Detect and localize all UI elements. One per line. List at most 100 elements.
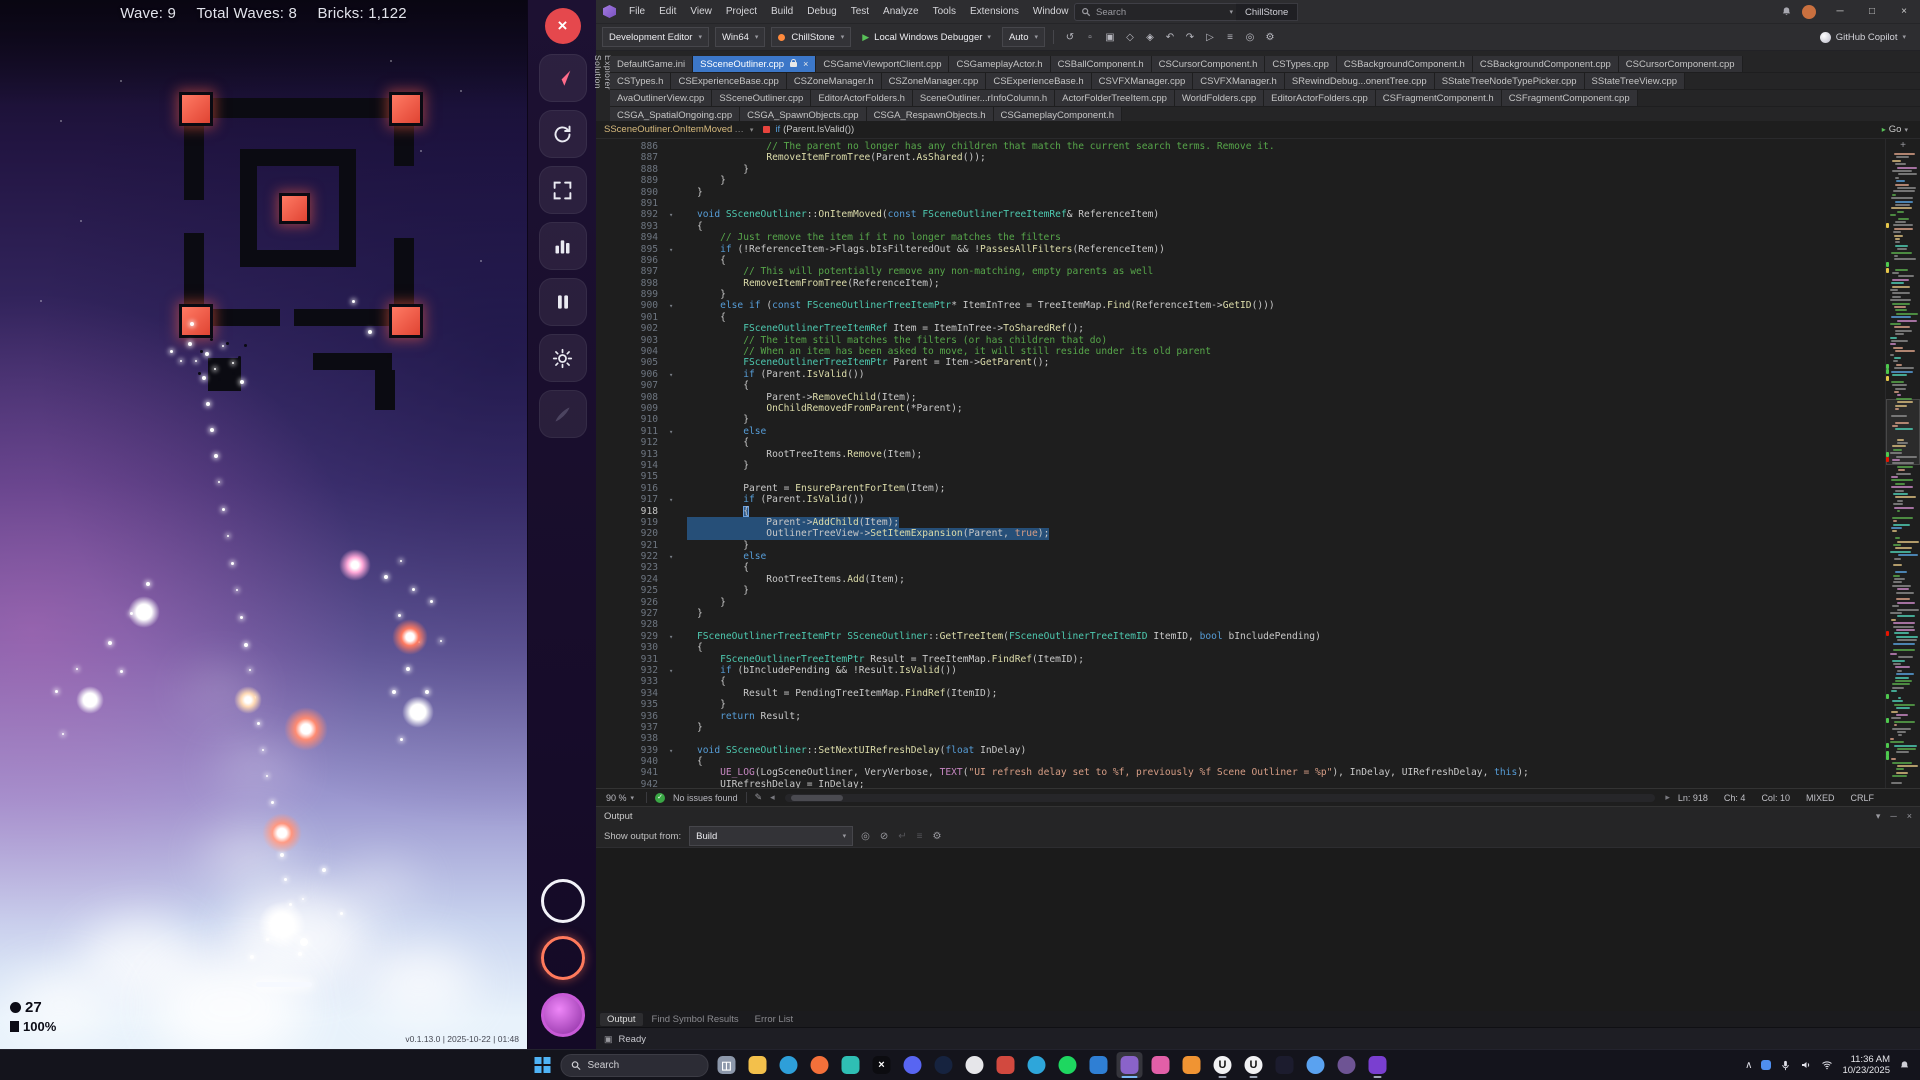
code-line-930[interactable]: 930{ [596,642,1884,653]
word-wrap-icon[interactable]: ↵ [898,831,906,842]
taskbar-clock[interactable]: 11:36 AM 10/23/2025 [1842,1054,1890,1076]
background-tasks-icon[interactable]: ▣ [604,1034,613,1045]
tab-SSceneOutliner.cpp[interactable]: SSceneOutliner.cpp [712,90,811,106]
open-file-icon[interactable]: ▣ [1102,32,1118,43]
startup-project-dropdown[interactable]: ChillStone▾ [771,27,851,47]
code-line-900[interactable]: 900▾ else if (const FSceneOutlinerTreeIt… [596,300,1884,311]
steam-icon[interactable] [931,1052,957,1078]
code-line-913[interactable]: 913 RootTreeItems.Remove(Item); [596,449,1884,460]
tab-CSVFXManager.cpp[interactable]: CSVFXManager.cpp [1092,73,1194,89]
go-button[interactable]: ▸ Go ▾ [1882,124,1912,135]
refresh-button[interactable] [539,110,587,158]
code-line-939[interactable]: 939▾void SSceneOutliner::SetNextUIRefres… [596,745,1884,756]
fullscreen-button[interactable] [539,166,587,214]
code-line-906[interactable]: 906▾ if (Parent.IsValid()) [596,369,1884,380]
menu-view[interactable]: View [683,0,719,23]
tab-SceneOutliner...rInfoColumn.h[interactable]: SceneOutliner...rInfoColumn.h [913,90,1055,106]
code-line-910[interactable]: 910 } [596,414,1884,425]
ring-purple-button[interactable] [541,993,585,1037]
code-line-935[interactable]: 935 } [596,699,1884,710]
menu-project[interactable]: Project [719,0,764,23]
horizontal-scrollbar[interactable] [785,794,1656,802]
tab-CSGA_RespawnObjects.h[interactable]: CSGA_RespawnObjects.h [867,107,994,121]
tab-CSGameViewportClient.cpp[interactable]: CSGameViewportClient.cpp [816,56,949,72]
telegram-icon[interactable] [1024,1052,1050,1078]
tab-CSTypes.cpp[interactable]: CSTypes.cpp [1265,56,1337,72]
code-editor[interactable]: 886 // The parent no longer has any chil… [596,139,1920,788]
code-line-937[interactable]: 937} [596,722,1884,733]
code-line-905[interactable]: 905 FSceneOutlinerTreeItemPtr Parent = I… [596,357,1884,368]
tab-CSVFXManager.h[interactable]: CSVFXManager.h [1193,73,1285,89]
code-line-924[interactable]: 924 RootTreeItems.Add(Item); [596,574,1884,585]
maximize-button[interactable]: □ [1856,0,1888,23]
menu-edit[interactable]: Edit [652,0,683,23]
menu-build[interactable]: Build [764,0,800,23]
tab-AvaOutlinerView.cpp[interactable]: AvaOutlinerView.cpp [610,90,712,106]
tab-CSBackgroundComponent.cpp[interactable]: CSBackgroundComponent.cpp [1473,56,1619,72]
breadcrumb-scope[interactable]: SSceneOutliner.OnItemMoved [604,124,732,135]
tray-app-icon[interactable] [1761,1060,1771,1070]
code-line-929[interactable]: 929▾FSceneOutlinerTreeItemPtr SSceneOutl… [596,631,1884,642]
code-line-886[interactable]: 886 // The parent no longer has any chil… [596,141,1884,152]
tab-EditorActorFolders.cpp[interactable]: EditorActorFolders.cpp [1264,90,1376,106]
notification-bell-icon[interactable] [1899,1060,1910,1071]
github-copilot-button[interactable]: GitHub Copilot▾ [1820,32,1914,43]
file-explorer-icon[interactable] [745,1052,771,1078]
code-line-942[interactable]: 942 UIRefreshDelay = InDelay; [596,779,1884,788]
launch-button[interactable] [539,54,587,102]
panel-tab-error-list[interactable]: Error List [748,1013,801,1026]
code-line-932[interactable]: 932▾ if (bIncludePending && !Result.IsVa… [596,665,1884,676]
run-debugger-button[interactable]: ▶Local Windows Debugger▾ [857,32,996,43]
horizontal-scroll-thumb[interactable] [791,795,843,801]
code-line-926[interactable]: 926 } [596,597,1884,608]
panel-dropdown-icon[interactable]: ▾ [1876,811,1881,822]
stats-button[interactable] [539,222,587,270]
undo-icon[interactable]: ↶ [1162,32,1178,43]
code-line-921[interactable]: 921 } [596,540,1884,551]
code-line-892[interactable]: 892▾void SSceneOutliner::OnItemMoved(con… [596,209,1884,220]
tab-CSCursorComponent.h[interactable]: CSCursorComponent.h [1152,56,1266,72]
start-without-debugging-icon[interactable]: ▷ [1202,32,1218,43]
panel-tab-find-symbol-results[interactable]: Find Symbol Results [645,1013,746,1026]
code-line-936[interactable]: 936 return Result; [596,711,1884,722]
tab-CSFragmentComponent.h[interactable]: CSFragmentComponent.h [1376,90,1502,106]
brush-button[interactable] [539,390,587,438]
sync-icon[interactable]: ↺ [1062,32,1078,43]
code-line-908[interactable]: 908 Parent->RemoveChild(Item); [596,392,1884,403]
tab-CSCursorComponent.cpp[interactable]: CSCursorComponent.cpp [1619,56,1743,72]
scroll-left-icon[interactable]: ◂ [770,792,775,803]
chevron-down-icon[interactable]: ▾ [750,126,754,134]
teal-app-icon[interactable] [838,1052,864,1078]
firefox-browser-icon[interactable] [807,1052,833,1078]
code-line-887[interactable]: 887 RemoveItemFromTree(Parent.AsShared()… [596,152,1884,163]
task-view-icon[interactable]: ◫ [714,1052,740,1078]
tab-SSceneOutliner.cpp[interactable]: SSceneOutliner.cpp× [693,56,816,72]
output-source-dropdown[interactable]: Build▾ [689,826,853,846]
close-tab-icon[interactable]: × [803,59,808,69]
github-desktop-icon[interactable] [1334,1052,1360,1078]
tab-ActorFolderTreeItem.cpp[interactable]: ActorFolderTreeItem.cpp [1055,90,1175,106]
code-line-893[interactable]: 893{ [596,221,1884,232]
health-status[interactable]: No issues found [673,793,738,803]
red-app-icon[interactable] [993,1052,1019,1078]
settings-icon[interactable]: ⚙ [1262,32,1278,43]
code-line-917[interactable]: 917▾ if (Parent.IsValid()) [596,494,1884,505]
tab-CSZoneManager.h[interactable]: CSZoneManager.h [787,73,882,89]
new-file-icon[interactable]: ▫ [1082,32,1098,43]
unreal-editor-icon[interactable]: U [1210,1052,1236,1078]
code-line-931[interactable]: 931 FSceneOutlinerTreeItemPtr Result = T… [596,654,1884,665]
save-all-icon[interactable]: ◈ [1142,32,1158,43]
code-line-909[interactable]: 909 OnChildRemovedFromParent(*Parent); [596,403,1884,414]
edge-browser-icon[interactable] [776,1052,802,1078]
ring-red-button[interactable] [541,936,585,980]
code-line-897[interactable]: 897 // This will potentially remove any … [596,266,1884,277]
tab-CSTypes.h[interactable]: CSTypes.h [610,73,671,89]
find-message-icon[interactable]: ◎ [861,831,870,842]
tab-WorldFolders.cpp[interactable]: WorldFolders.cpp [1175,90,1264,106]
code-line-940[interactable]: 940{ [596,756,1884,767]
tab-CSGA_SpatialOngoing.cpp[interactable]: CSGA_SpatialOngoing.cpp [610,107,740,121]
code-line-902[interactable]: 902 FSceneOutlinerTreeItemRef Item = Ite… [596,323,1884,334]
output-content[interactable] [596,847,1920,1011]
solution-explorer-collapsed-tab[interactable]: Solution Explorer [596,51,610,121]
user-avatar[interactable] [1802,5,1816,19]
